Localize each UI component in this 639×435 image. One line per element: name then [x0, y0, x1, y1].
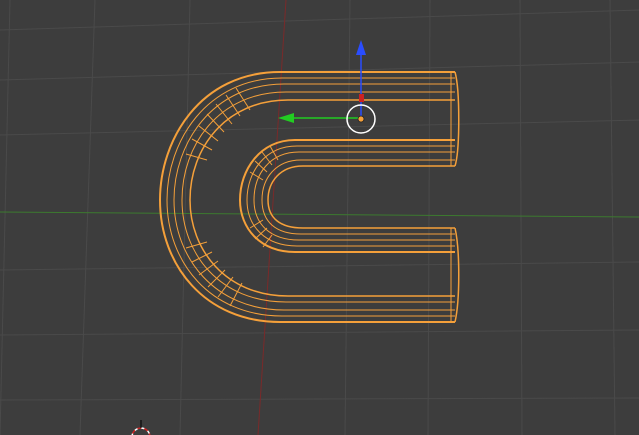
y-axis-line	[257, 0, 287, 435]
viewport-canvas[interactable]	[0, 0, 639, 435]
y-arrow-icon[interactable]	[278, 113, 294, 123]
z-arrow-icon[interactable]	[356, 40, 366, 55]
3d-viewport[interactable]	[0, 0, 639, 435]
x-arrow-icon[interactable]	[359, 94, 364, 102]
3d-cursor-icon	[131, 420, 151, 435]
viewport-grid	[0, 0, 639, 435]
magnet-object[interactable]	[159, 71, 460, 323]
x-axis-line	[0, 211, 639, 218]
object-origin-icon	[357, 115, 365, 123]
